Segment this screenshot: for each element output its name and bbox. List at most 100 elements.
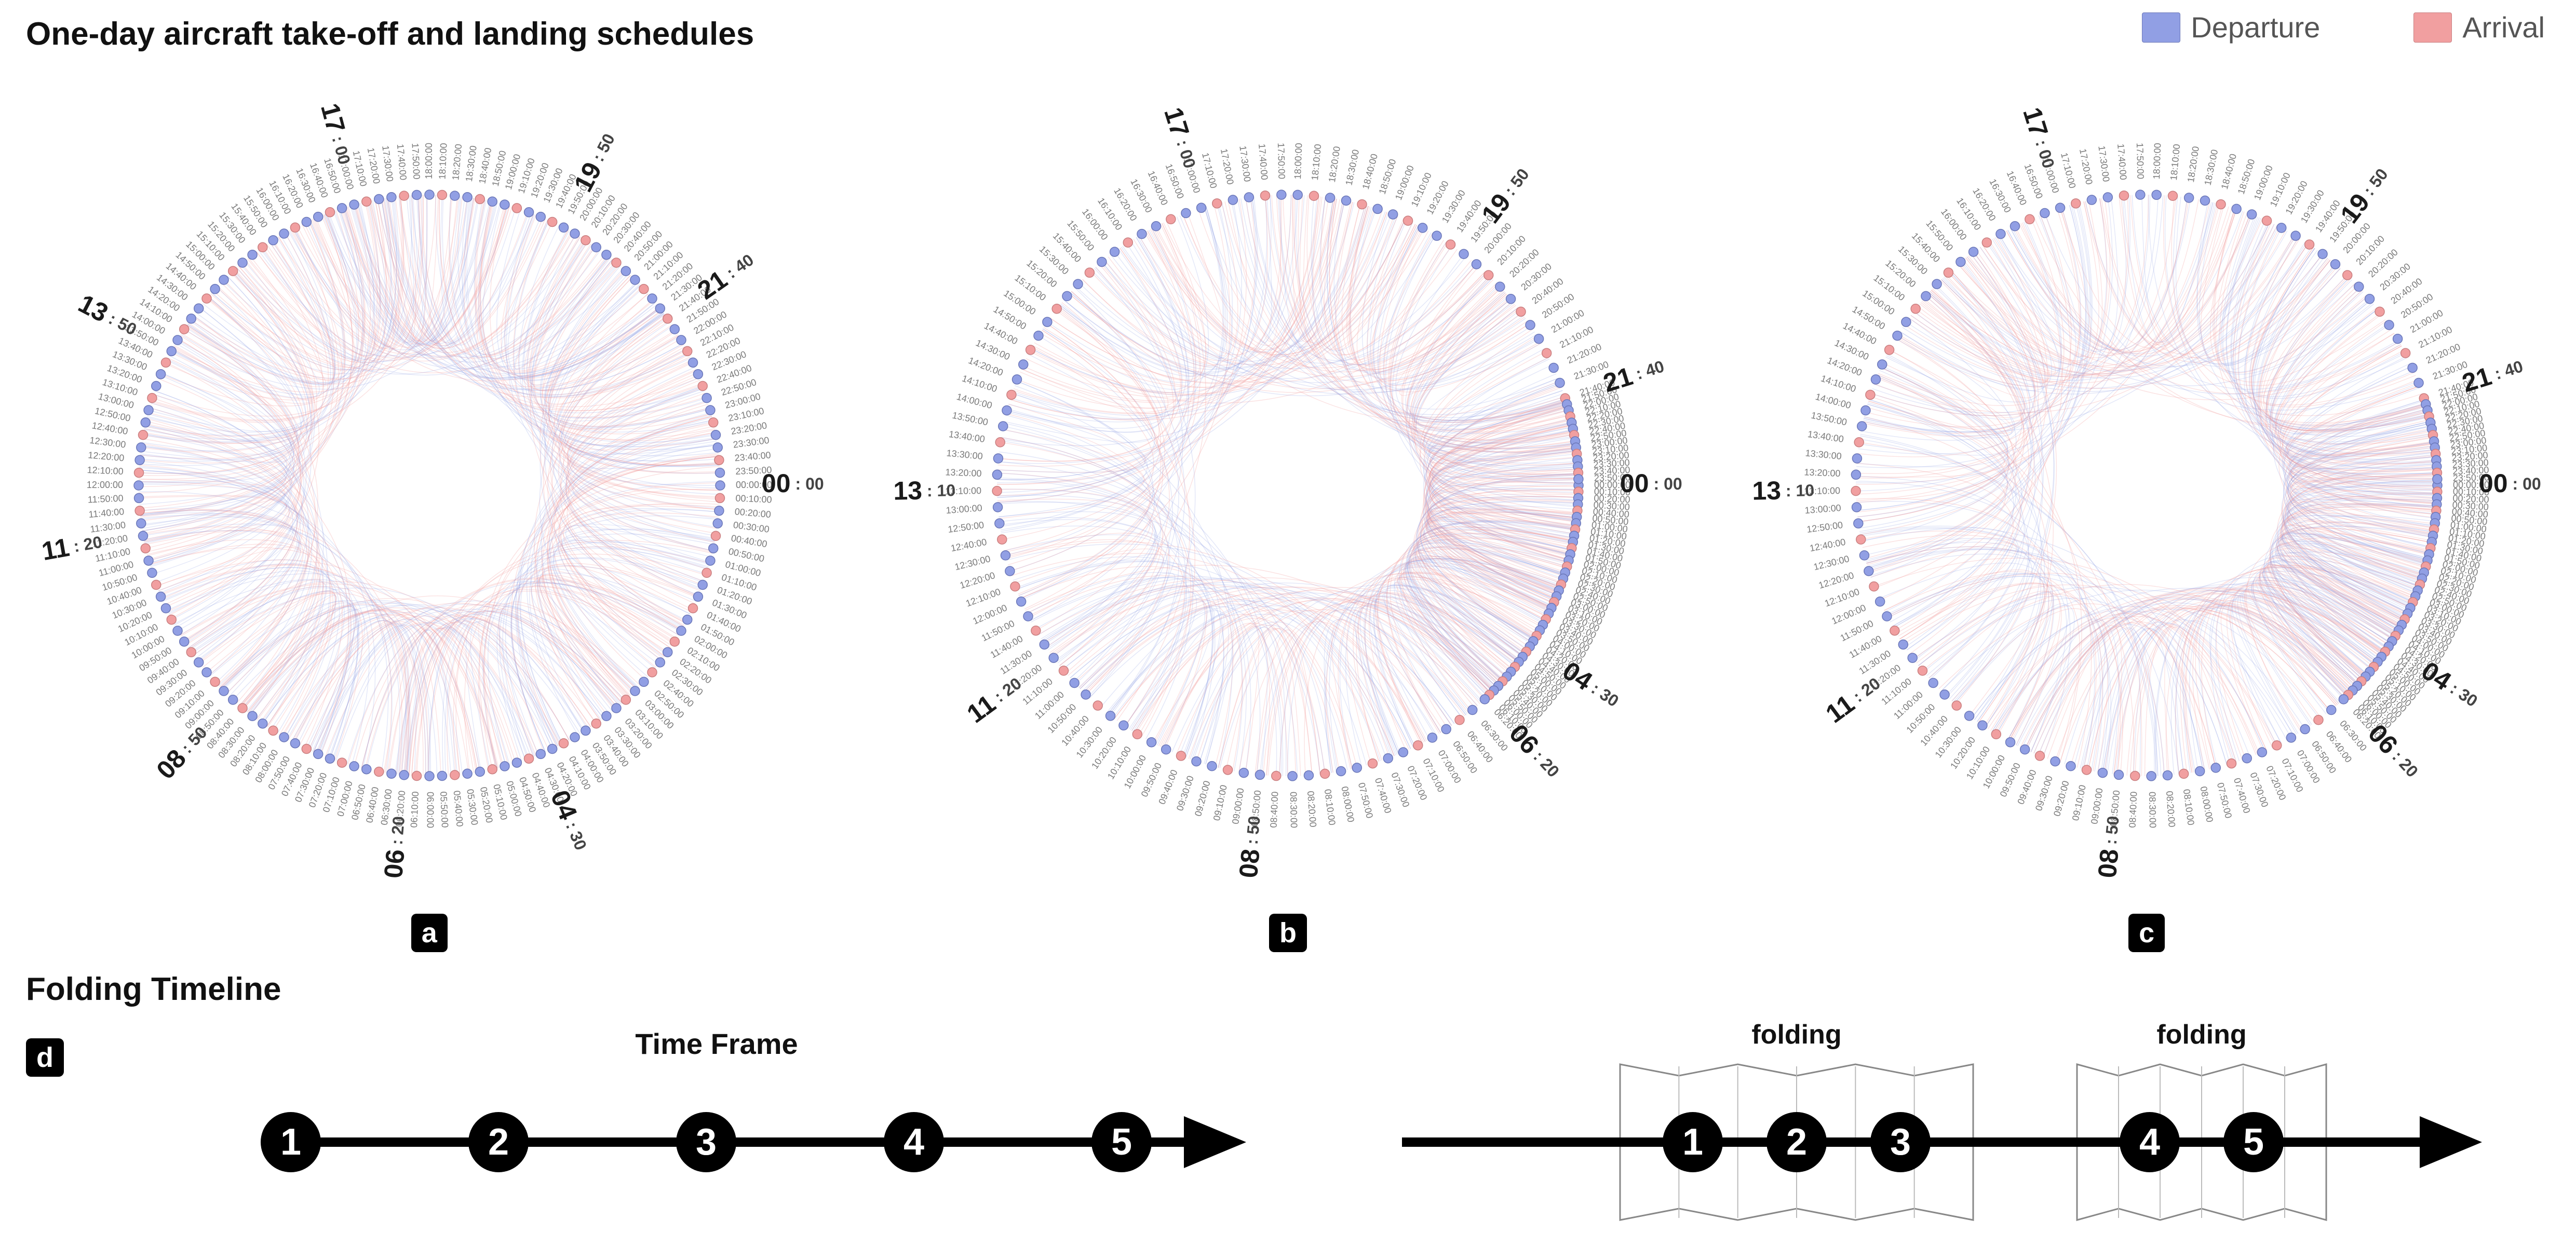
panel-labels-row: a b c <box>0 914 2576 955</box>
tick-small: 23:40:00 <box>734 450 772 463</box>
tick-small: 17:10:00 <box>2059 152 2078 189</box>
tick-small: 09:10:00 <box>2070 784 2088 822</box>
tick-small: 14:00:00 <box>1814 391 1852 411</box>
timeline-node: 1 <box>1682 1121 1703 1163</box>
tick-small: 17:40:00 <box>395 143 409 181</box>
tick-small: 13:50:00 <box>1810 410 1848 428</box>
radial-chart-b: 00:00:0000:10:0000:20:0000:30:0000:40:00… <box>859 57 1716 914</box>
arrival-label: Arrival <box>2462 10 2545 44</box>
tick-small: 06:10:00 <box>409 791 421 828</box>
tick-small: 05:40:00 <box>452 790 465 828</box>
tick-small: 17:30:00 <box>380 145 395 182</box>
tick-small: 08:00:00 <box>2199 785 2216 823</box>
tick-small: 07:50:00 <box>2215 781 2234 819</box>
tick-big: 19 : 50 <box>568 128 623 196</box>
tick-small: 00:30:00 <box>733 520 770 535</box>
timeline-node: 3 <box>1890 1121 1911 1163</box>
tick-small: 13:30:00 <box>1805 448 1842 461</box>
radial-panels-row: 00:00:0000:10:0000:20:0000:30:0000:40:00… <box>0 57 2576 914</box>
tick-small: 13:30:00 <box>946 448 983 461</box>
timeline-node: 3 <box>696 1121 717 1163</box>
tick-small: 09:00:00 <box>2089 788 2105 825</box>
panel-label-b: b <box>1269 914 1307 952</box>
tick-small: 07:50:00 <box>1356 781 1375 819</box>
tick-small: 08:20:00 <box>2164 791 2177 828</box>
tick-big: 21 : 40 <box>1600 351 1668 398</box>
timeline-node: 2 <box>488 1121 509 1163</box>
panel-label-c: c <box>2128 914 2165 952</box>
tick-small: 17:50:00 <box>1276 143 1287 179</box>
tick-big: 04 : 30 <box>545 786 596 855</box>
timeline-caption: Time Frame <box>635 1027 798 1060</box>
tick-small: 18:40:00 <box>1360 153 1380 191</box>
tick-small: 17:10:00 <box>1200 152 1219 189</box>
tick-big: 04 : 30 <box>2417 656 2485 714</box>
legend-arrival: Arrival <box>2413 10 2545 44</box>
tick-small: 00:20:00 <box>734 506 772 520</box>
tick-small: 18:10:00 <box>1310 144 1323 181</box>
timeline-node: 5 <box>1111 1121 1132 1163</box>
tick-small: 17:40:00 <box>1257 143 1270 180</box>
tick-small: 13:40:00 <box>1807 429 1844 444</box>
timeline-node: 4 <box>903 1121 924 1163</box>
tick-small: 13:40:00 <box>948 429 986 444</box>
tick-big: 13 : 10 <box>1752 475 1815 505</box>
tick-small: 18:30:00 <box>2203 148 2220 186</box>
tick-small: 12:40:00 <box>950 537 988 554</box>
tick-small: 17:20:00 <box>1219 148 1236 186</box>
tick-small: 08:20:00 <box>1305 791 1318 828</box>
tick-small: 05:20:00 <box>478 786 495 823</box>
tick-small: 14:00:00 <box>956 391 994 411</box>
tick-big: 17 : 00 <box>1159 104 1205 172</box>
tick-small: 18:30:00 <box>1344 148 1361 186</box>
tick-small: 08:30:00 <box>2147 792 2158 828</box>
tick-small: 05:30:00 <box>465 789 480 826</box>
timeline-left: 1 2 3 4 5 Time Frame <box>0 1007 1288 1225</box>
departure-label: Departure <box>2191 10 2320 44</box>
tick-small: 18:00:00 <box>1292 143 1304 180</box>
tick-small: 18:20:00 <box>450 143 464 181</box>
tick-big: 17 : 00 <box>2017 104 2064 172</box>
tick-small: 07:40:00 <box>1373 777 1394 815</box>
tick-small: 12:40:00 <box>1809 537 1846 554</box>
tick-small: 23:20:00 <box>730 420 767 437</box>
tick-small: 11:30:00 <box>89 520 126 535</box>
tick-small: 13:20:00 <box>946 467 982 479</box>
tick-small: 12:10:00 <box>87 465 124 477</box>
tick-small: 11:50:00 <box>87 493 124 505</box>
tick-small: 12:30:00 <box>954 553 992 572</box>
tick-small: 18:10:00 <box>437 143 449 180</box>
tick-small: 09:00:00 <box>1231 788 1246 825</box>
tick-big: 19 : 50 <box>2335 161 2395 228</box>
tick-small: 11:40:00 <box>88 506 125 520</box>
tick-small: 09:40:00 <box>2015 768 2038 806</box>
tick-big: 21 : 40 <box>2459 351 2527 398</box>
tick-small: 12:50:00 <box>1806 520 1843 535</box>
tick-big: 21 : 40 <box>692 246 760 305</box>
folding-title: Folding Timeline <box>26 971 281 1008</box>
tick-small: 09:20:00 <box>1193 780 1213 818</box>
tick-small: 18:20:00 <box>1327 145 1342 183</box>
tick-small: 17:20:00 <box>2078 148 2095 186</box>
page-title: One-day aircraft take-off and landing sc… <box>26 16 754 52</box>
tick-small: 18:30:00 <box>464 145 479 182</box>
tick-small: 07:30:00 <box>2248 771 2271 809</box>
tick-small: 05:50:00 <box>438 791 450 828</box>
tick-big: 00 : 00 <box>762 469 824 498</box>
timeline-node: 5 <box>2243 1121 2264 1163</box>
tick-small: 08:40:00 <box>2127 791 2139 828</box>
tick-small: 17:50:00 <box>2135 143 2146 179</box>
tick-small: 06:00:00 <box>425 792 435 828</box>
tick-small: 12:20:00 <box>959 570 996 591</box>
legend-departure: Departure <box>2142 10 2320 44</box>
tick-small: 12:20:00 <box>1817 570 1855 591</box>
tick-small: 17:30:00 <box>2096 145 2111 182</box>
tick-small: 07:40:00 <box>2232 777 2253 815</box>
tick-small: 18:20:00 <box>2186 145 2201 183</box>
tick-small: 23:30:00 <box>732 435 770 450</box>
timeline-node: 1 <box>280 1121 301 1163</box>
fold-label: folding <box>2156 1020 2246 1050</box>
tick-small: 18:10:00 <box>2168 144 2182 181</box>
tick-small: 08:30:00 <box>1288 792 1299 828</box>
tick-small: 09:10:00 <box>1211 784 1229 822</box>
